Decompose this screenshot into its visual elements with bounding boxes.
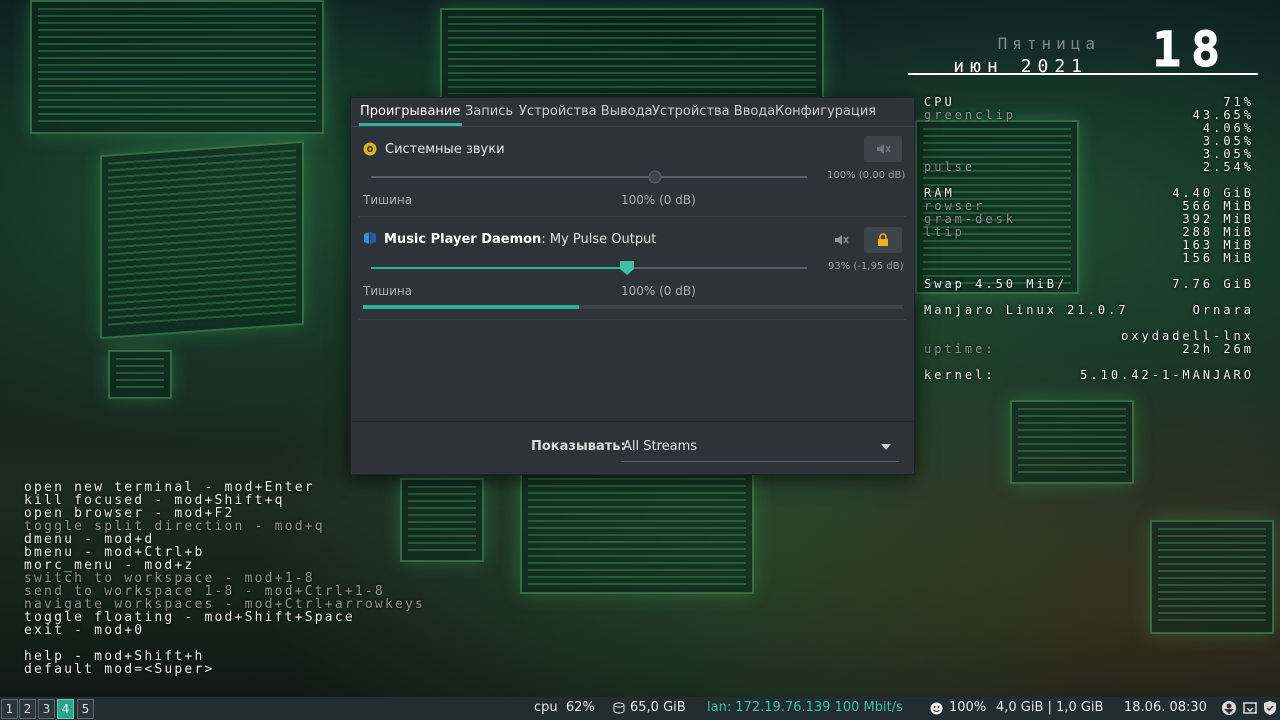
show-filter-value: All Streams [623, 439, 698, 454]
conky-row: Manjaro Linux 21.0.7 Ornara [924, 304, 1254, 317]
conky-row-label: Swap 4.50 MiB/ [924, 277, 1068, 291]
mute-button[interactable] [864, 136, 902, 162]
keybinding-help: open new terminal - mod+Enter kill focuse… [24, 481, 425, 676]
background-monitor [30, 0, 324, 134]
stream-name: Music Player Daemon: My Pulse Output [384, 232, 656, 247]
network-status: lan: 172.19.76.139 100 Mbit/s [707, 700, 903, 715]
background-monitor [440, 8, 824, 102]
peak-level-fill [363, 305, 579, 309]
tray-pamac-icon[interactable] [1242, 700, 1258, 716]
cpu-indicator: cpu 62% [534, 700, 595, 715]
tab-bar: Проигрывание Запись Устройства Вывода Ус… [351, 98, 914, 127]
speaker-muted-icon [835, 235, 849, 245]
footer-separator [351, 421, 914, 422]
mute-button[interactable] [827, 227, 855, 253]
tab-recording[interactable]: Запись [465, 104, 513, 119]
silence-mark: Тишина [363, 284, 413, 298]
background-monitor [1150, 520, 1274, 634]
conky-stats: CPU 71% greenclip 43.65% 4.06% 3.05% 3.05% puls… [924, 96, 1254, 382]
full-volume-mark: 100% (0 dB) [621, 284, 696, 298]
conky-row: kernel: 5.10.42-1-MANJARO [924, 369, 1254, 382]
volume-level[interactable]: 100% [949, 700, 986, 715]
volume-slider-fill [371, 267, 627, 269]
lock-icon [878, 233, 888, 246]
conky-row-value: 7.76 GiB [1172, 277, 1254, 291]
tab-playback[interactable]: Проигрывание [360, 104, 460, 119]
conky-row: 156 MiB [924, 252, 1254, 265]
background-monitor [100, 140, 304, 340]
cpu-label: cpu [534, 700, 558, 715]
background-monitor [108, 350, 172, 399]
conky-row-label: ltip [924, 225, 965, 239]
tab-output-devices[interactable]: Устройства Вывода [519, 104, 653, 119]
workspace-4[interactable]: 4 [57, 699, 74, 719]
conky-row: Swap 4.50 MiB/7.76 GiB [924, 278, 1254, 291]
conky-row-label: Manjaro Linux 21.0.7 [924, 303, 1129, 317]
show-filter-label: Показывать: [531, 439, 626, 454]
stream-name: Системные звуки [385, 142, 505, 157]
tray-shield-icon[interactable] [1262, 700, 1278, 716]
chevron-down-icon [881, 444, 891, 450]
stream-system-sounds: Системные звуки 100% (0.00 dB) Тишина 10… [351, 126, 914, 216]
workspace-2[interactable]: 2 [19, 699, 36, 719]
conky-row: pulse 2.54% [924, 161, 1254, 174]
system-sounds-icon [363, 142, 377, 156]
conky-row-value: 156 MiB [1182, 251, 1254, 265]
volume-smile-icon [930, 702, 943, 715]
conky-hour: 18 [1152, 22, 1230, 78]
conky-row-value: 2.54% [1202, 160, 1254, 174]
volume-slider-handle[interactable] [619, 260, 635, 276]
disk-icon [613, 702, 625, 714]
volume-slider-track[interactable] [371, 176, 807, 178]
silence-mark: Тишина [363, 193, 413, 207]
conky-row-value: 22h 26m [1182, 342, 1254, 356]
volume-control-window: Проигрывание Запись Устройства Вывода Ус… [350, 97, 915, 475]
status-bar: 1 2 3 4 5 cpu 62% 65,0 GiB lan: 172.19.7… [0, 697, 1280, 720]
cpu-value: 62% [565, 700, 595, 715]
lock-channels-button[interactable] [864, 227, 902, 253]
clock[interactable]: 18.06. 08:30 [1124, 700, 1207, 715]
conky-divider [908, 73, 1258, 75]
stream-music-player-daemon: Music Player Daemon: My Pulse Output 93%… [351, 217, 914, 317]
volume-value: 93% (-1,95 dB) [828, 261, 904, 272]
workspace-5[interactable]: 5 [77, 699, 94, 719]
tray-app-icon[interactable] [1221, 700, 1237, 716]
keybinding-line: exit - mod+0 [24, 623, 145, 638]
keybinding-line: default mod=<Super> [24, 662, 215, 677]
stream-separator [359, 319, 906, 320]
stream-app-name: Системные звуки [385, 142, 505, 157]
show-filter-dropdown[interactable]: All Streams [621, 434, 899, 462]
background-monitor [1010, 400, 1134, 484]
tab-configuration[interactable]: Конфигурация [775, 104, 876, 119]
volume-slider-handle[interactable] [648, 170, 662, 184]
conky-row-label: pulse [924, 160, 976, 174]
conky-day: Пятница [997, 34, 1100, 53]
full-volume-mark: 100% (0 dB) [621, 193, 696, 207]
conky-row-label: kernel: [924, 368, 996, 382]
conky-row-value: Ornara [1192, 303, 1254, 317]
volume-value: 100% (0.00 dB) [827, 170, 906, 181]
conky-row-label: uptime: [924, 342, 996, 356]
conky-row: uptime: 22h 26m [924, 343, 1254, 356]
memory-usage: 4,0 GiB | 1,0 GiB [996, 700, 1104, 715]
workspace-1[interactable]: 1 [1, 699, 18, 719]
tab-input-devices[interactable]: Устройства Ввода [652, 104, 775, 119]
disk-usage: 65,0 GiB [630, 700, 686, 715]
stream-output-name: : My Pulse Output [541, 232, 657, 247]
speaker-muted-icon [877, 144, 891, 154]
mpd-icon [364, 232, 376, 244]
stream-app-name: Music Player Daemon [384, 232, 542, 247]
conky-row-label: greenclip [924, 108, 1017, 122]
background-monitor [520, 470, 754, 594]
workspace-3[interactable]: 3 [38, 699, 55, 719]
conky-row-value: 5.10.42-1-MANJARO [1080, 368, 1254, 382]
